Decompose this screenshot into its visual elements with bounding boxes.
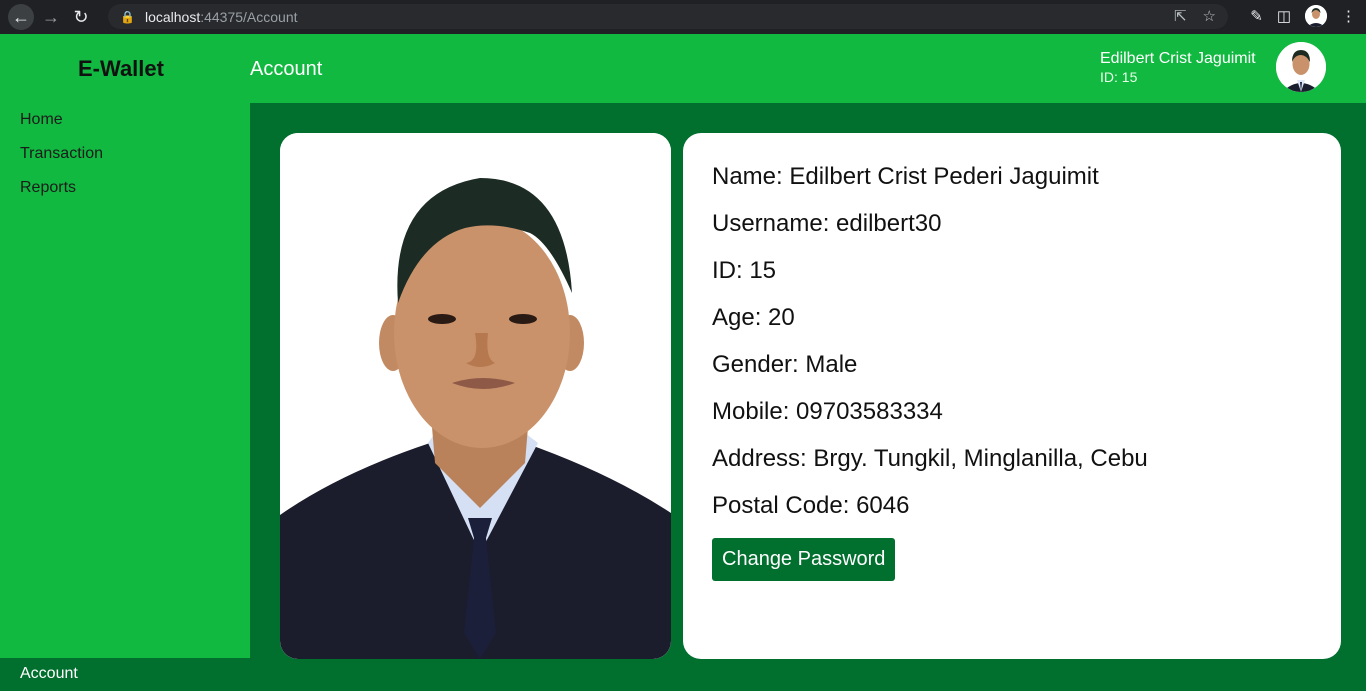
brand-logo[interactable]: E-Wallet	[78, 56, 164, 82]
browser-toolbar: ← → ↻ 🔒 localhost:44375/Account ⇱ ☆ ✎ ◫ …	[0, 0, 1366, 34]
account-info-card: Name: Edilbert Crist Pederi Jaguimit Use…	[683, 133, 1341, 659]
info-address: Address: Brgy. Tungkil, Minglanilla, Ceb…	[712, 445, 1148, 472]
page-title: Account	[250, 58, 323, 80]
change-password-button[interactable]: Change Password	[712, 538, 896, 581]
info-age: Age: 20	[712, 304, 795, 331]
info-id: ID: 15	[712, 257, 777, 284]
menu-icon[interactable]: ⋮	[1341, 7, 1356, 25]
profile-photo-card	[280, 133, 671, 659]
address-bar[interactable]: 🔒 localhost:44375/Account ⇱ ☆	[108, 4, 1228, 29]
sidebar-item-account[interactable]: Account	[0, 658, 250, 691]
forward-icon[interactable]: →	[38, 4, 64, 30]
share-icon[interactable]: ⇱	[1174, 7, 1187, 25]
avatar[interactable]	[1276, 42, 1326, 92]
sidebar-item-account-label: Account	[20, 665, 78, 682]
reload-icon[interactable]: ↻	[68, 4, 94, 30]
info-name: Name: Edilbert Crist Pederi Jaguimit	[712, 163, 1099, 190]
side-panel-icon[interactable]: ◫	[1277, 7, 1291, 25]
url-text: localhost:44375/Account	[144, 8, 298, 25]
info-username: Username: edilbert30	[712, 210, 942, 237]
profile-avatar-icon[interactable]	[1305, 5, 1327, 27]
info-mobile: Mobile: 09703583334	[712, 398, 943, 425]
extensions-icon[interactable]: ✎	[1250, 7, 1263, 25]
user-id: ID: 15	[1100, 69, 1138, 85]
sidebar-item-transaction[interactable]: Transaction	[20, 145, 103, 163]
sidebar-item-home[interactable]: Home	[20, 111, 63, 129]
back-icon[interactable]: ←	[8, 4, 34, 30]
star-icon[interactable]: ☆	[1203, 7, 1216, 25]
lock-icon: 🔒	[120, 9, 135, 24]
info-postal-code: Postal Code: 6046	[712, 492, 910, 519]
app-header: E-Wallet Account Edilbert Crist Jaguimit…	[0, 34, 1366, 103]
info-gender: Gender: Male	[712, 351, 858, 378]
sidebar-item-reports[interactable]: Reports	[20, 179, 76, 197]
user-name: Edilbert Crist Jaguimit	[1100, 50, 1256, 67]
profile-photo	[280, 133, 671, 659]
sidebar: Home Transaction Reports	[0, 103, 250, 658]
